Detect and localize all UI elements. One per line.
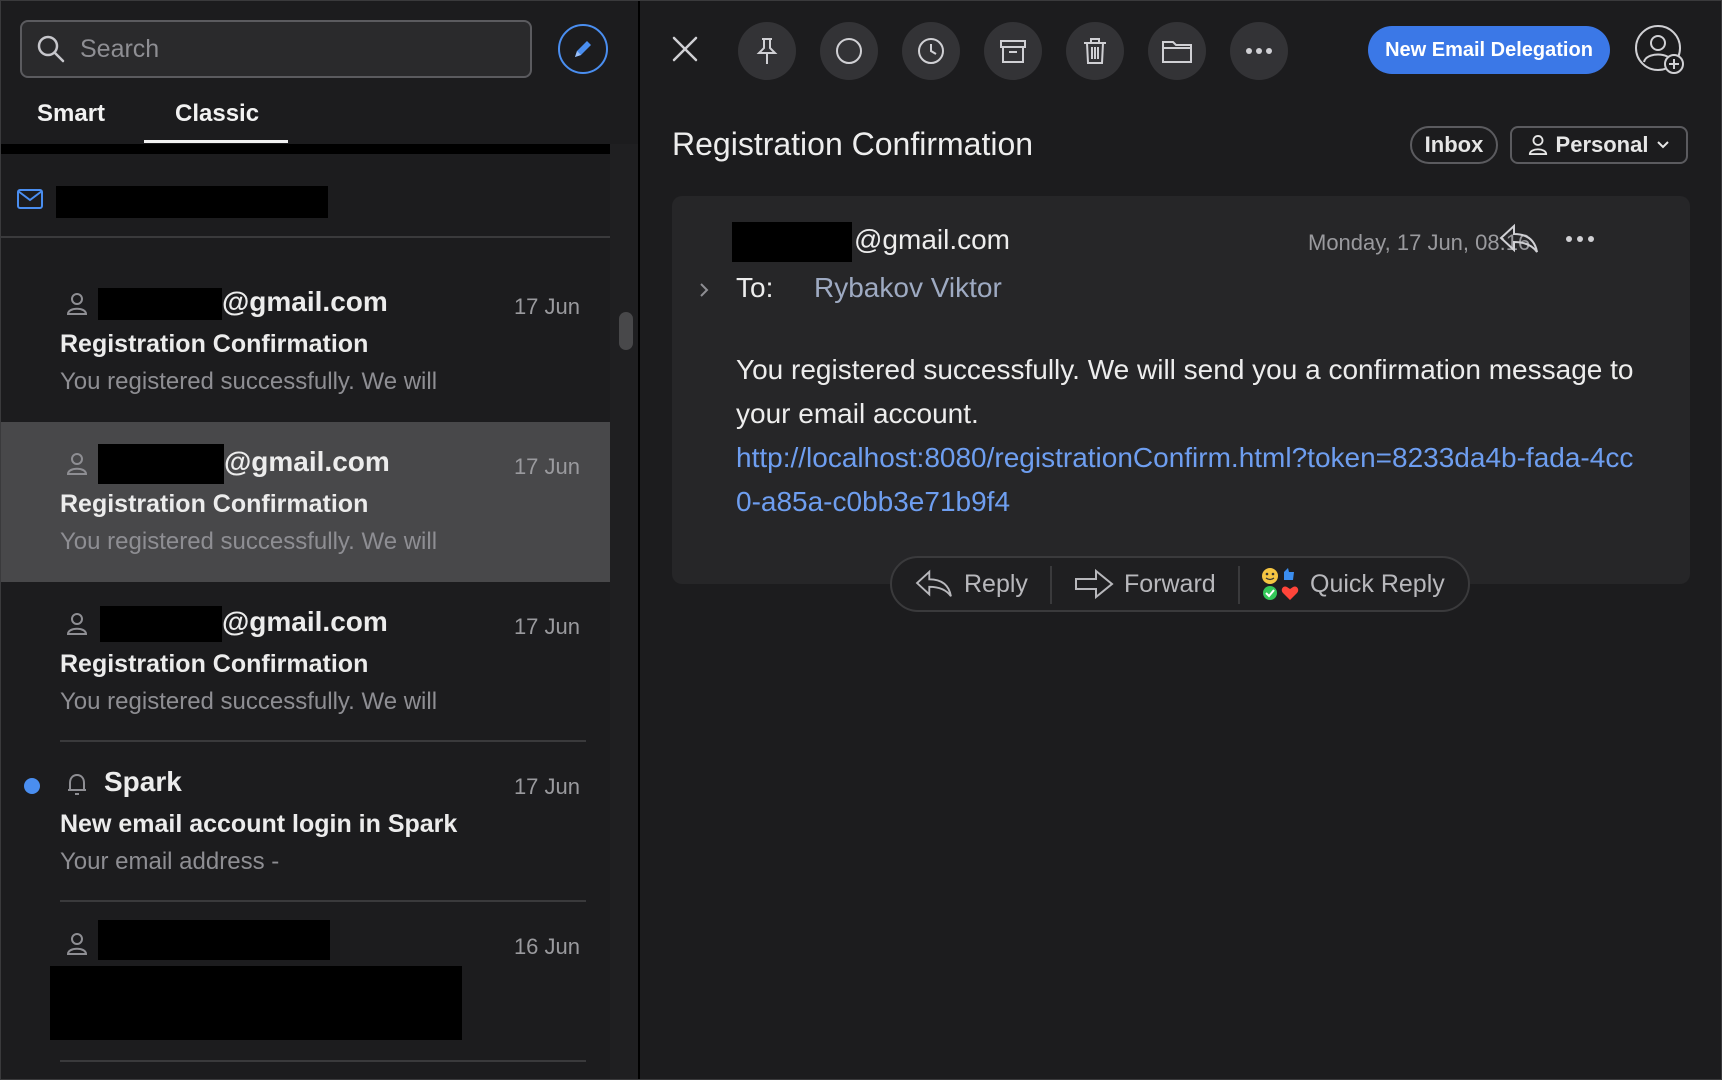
personal-label: Personal bbox=[1555, 132, 1649, 157]
email-body: You registered successfully. We will sen… bbox=[736, 354, 1634, 429]
action-bar: Reply Forward Quick Reply bbox=[890, 556, 1470, 612]
redacted-sender bbox=[98, 920, 330, 960]
redacted-sender bbox=[100, 606, 222, 642]
new-email-delegation-button[interactable]: New Email Delegation bbox=[1368, 26, 1610, 74]
pin-button[interactable] bbox=[738, 22, 796, 80]
bell-icon bbox=[68, 773, 86, 795]
person-icon bbox=[1528, 135, 1547, 155]
person-icon bbox=[66, 613, 88, 635]
action-divider bbox=[1050, 566, 1052, 604]
reply-label: Reply bbox=[964, 569, 1028, 598]
person-icon bbox=[66, 933, 88, 955]
message-subject: Registration Confirmation bbox=[60, 650, 369, 678]
row-divider bbox=[60, 1060, 586, 1062]
message-date: 17 Jun bbox=[513, 774, 580, 799]
emoji-reactions-icon bbox=[1262, 568, 1299, 600]
delete-button[interactable] bbox=[1066, 22, 1124, 80]
message-date: 16 Jun bbox=[513, 934, 580, 959]
inbox-label-chip[interactable]: Inbox bbox=[1410, 126, 1498, 164]
redacted-sender bbox=[98, 288, 222, 320]
person-icon bbox=[66, 293, 88, 315]
reply-icon bbox=[915, 569, 952, 597]
message-preview: You registered successfully. We will bbox=[60, 688, 438, 715]
forward-button[interactable]: Forward bbox=[1074, 558, 1216, 610]
redacted-subject bbox=[50, 966, 462, 1040]
search-icon bbox=[37, 35, 65, 63]
quick-reply-button[interactable]: Quick Reply bbox=[1260, 558, 1445, 610]
more-icon[interactable] bbox=[1560, 222, 1600, 256]
person-icon bbox=[66, 453, 88, 475]
archive-button[interactable] bbox=[984, 22, 1042, 80]
action-divider bbox=[1238, 566, 1240, 604]
more-icon bbox=[1246, 48, 1272, 54]
recipient-name[interactable]: Rybakov Viktor bbox=[814, 272, 1002, 304]
list-item[interactable]: @gmail.com 17 Jun Registration Confirmat… bbox=[0, 262, 610, 422]
email-datetime: Monday, 17 Jun, 08:16 bbox=[1308, 230, 1531, 255]
list-item[interactable]: Spark 17 Jun New email account login in … bbox=[0, 742, 610, 902]
forward-label: Forward bbox=[1124, 569, 1216, 598]
message-preview: You registered successfully. We will bbox=[60, 528, 438, 555]
list-item[interactable]: 16 Jun bbox=[0, 902, 610, 1062]
add-user-icon[interactable] bbox=[1634, 24, 1686, 76]
more-actions-button[interactable] bbox=[1230, 22, 1288, 80]
pencil-icon bbox=[575, 41, 591, 57]
message-date: 17 Jun bbox=[513, 294, 580, 319]
pin-icon bbox=[756, 38, 778, 64]
account-row[interactable] bbox=[0, 170, 610, 238]
scrollbar-thumb[interactable] bbox=[619, 312, 633, 350]
redacted-sender bbox=[732, 222, 852, 262]
redacted-sender bbox=[98, 444, 224, 484]
message-date: 17 Jun bbox=[513, 454, 580, 479]
clock-icon bbox=[918, 38, 944, 64]
message-subject: Registration Confirmation bbox=[60, 330, 369, 358]
message-subject: New email account login in Spark bbox=[60, 810, 458, 838]
unread-indicator bbox=[24, 778, 40, 794]
search-input[interactable] bbox=[78, 33, 502, 65]
mailbox-tabs: Smart Classic bbox=[0, 92, 610, 144]
move-to-folder-button[interactable] bbox=[1148, 22, 1206, 80]
email-card: @gmail.com Monday, 17 Jun, 08:16 To: Ryb… bbox=[672, 196, 1690, 584]
compose-button[interactable] bbox=[558, 24, 608, 74]
close-icon[interactable] bbox=[670, 34, 700, 64]
folder-icon bbox=[1162, 41, 1192, 63]
email-from: @gmail.com bbox=[854, 224, 1011, 255]
personal-label-chip[interactable]: Personal bbox=[1510, 126, 1688, 164]
redacted-account-name bbox=[56, 186, 328, 218]
chevron-right-icon[interactable] bbox=[696, 280, 712, 300]
chevron-down-icon bbox=[1657, 141, 1670, 149]
tabs-divider bbox=[0, 144, 610, 154]
active-tab-indicator bbox=[144, 140, 288, 143]
confirmation-link[interactable]: http://localhost:8080/registrationConfir… bbox=[736, 436, 1636, 524]
email-subject: Registration Confirmation bbox=[672, 126, 1034, 162]
to-label: To: bbox=[736, 272, 774, 303]
archive-icon bbox=[1000, 40, 1026, 63]
sender: Spark bbox=[104, 766, 182, 797]
sender: @gmail.com bbox=[222, 606, 388, 637]
circle-icon bbox=[836, 38, 862, 64]
reply-button[interactable]: Reply bbox=[914, 558, 1028, 610]
sender: @gmail.com bbox=[222, 286, 388, 317]
message-subject: Registration Confirmation bbox=[60, 490, 369, 518]
search-box[interactable] bbox=[20, 20, 532, 78]
mark-unread-button[interactable] bbox=[820, 22, 878, 80]
reading-pane: New Email Delegation Registration Confir… bbox=[640, 0, 1722, 1080]
snooze-button[interactable] bbox=[902, 22, 960, 80]
message-preview: You registered successfully. We will bbox=[60, 368, 438, 395]
envelope-icon bbox=[17, 189, 43, 209]
message-preview: Your email address - bbox=[60, 848, 280, 875]
quick-reply-label: Quick Reply bbox=[1310, 569, 1445, 598]
tab-classic[interactable]: Classic bbox=[175, 100, 259, 128]
message-list-pane: Smart Classic @gmail.com 17 Jun Registra… bbox=[0, 0, 638, 1080]
scrollbar-track[interactable] bbox=[610, 144, 638, 1080]
list-item[interactable]: @gmail.com 17 Jun Registration Confirmat… bbox=[0, 582, 610, 742]
message-date: 17 Jun bbox=[513, 614, 580, 639]
reply-icon[interactable] bbox=[1498, 222, 1540, 256]
forward-arrow-icon bbox=[1075, 568, 1114, 600]
sender: @gmail.com bbox=[224, 446, 390, 477]
list-item-selected[interactable]: @gmail.com 17 Jun Registration Confirmat… bbox=[0, 422, 610, 582]
tab-smart[interactable]: Smart bbox=[37, 100, 105, 128]
trash-icon bbox=[1084, 38, 1106, 64]
